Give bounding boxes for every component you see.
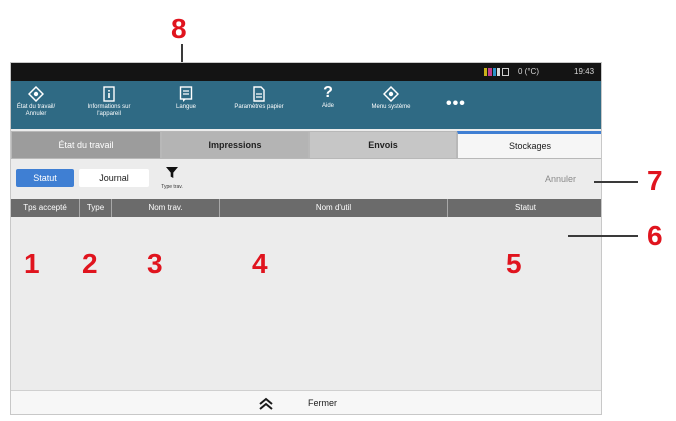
device-info-icon bbox=[103, 86, 115, 102]
help-icon: ? bbox=[323, 84, 333, 101]
tab-bar: État du travail Impressions Envois Stock… bbox=[11, 129, 601, 159]
callout-6: 6 bbox=[647, 220, 663, 251]
toolbar-label: Paramètres papier bbox=[234, 104, 284, 110]
toolbar-label: Menu système bbox=[371, 104, 411, 110]
toolbar-device-info[interactable]: Informations sur l'appareil bbox=[83, 81, 135, 129]
column-header-accepted-time[interactable]: Tps accepté bbox=[11, 199, 80, 217]
callout-2: 2 bbox=[82, 248, 98, 279]
column-header-status[interactable]: Statut bbox=[448, 199, 601, 217]
status-bar: 0 (°C) 19:43 bbox=[11, 63, 601, 81]
toner-level-icon bbox=[484, 68, 500, 76]
clock: 19:43 bbox=[574, 67, 595, 76]
toolbar-job-status[interactable]: État du travail/ Annuler bbox=[11, 81, 61, 129]
column-header-job-name[interactable]: Nom trav. bbox=[112, 199, 220, 217]
callout-3: 3 bbox=[147, 248, 163, 279]
footer-bar: Fermer bbox=[11, 390, 601, 414]
toner-black-icon bbox=[502, 68, 509, 76]
language-icon bbox=[179, 86, 193, 102]
callout-7: 7 bbox=[647, 165, 663, 196]
toolbar: État du travail/ Annuler Informations su… bbox=[11, 81, 601, 129]
callout-1: 1 bbox=[24, 248, 40, 279]
column-headers: Tps accepté Type Nom trav. Nom d'util St… bbox=[11, 199, 601, 217]
paper-settings-icon bbox=[253, 86, 265, 102]
log-button[interactable]: Journal bbox=[79, 169, 149, 187]
temperature-readout: 0 (°C) bbox=[518, 67, 539, 76]
toolbar-system-menu[interactable]: Menu système bbox=[363, 81, 419, 129]
callout-6-leader bbox=[568, 235, 638, 237]
chevron-up-icon[interactable] bbox=[258, 397, 274, 410]
close-button[interactable]: Fermer bbox=[308, 398, 337, 408]
job-type-filter-button[interactable]: Type trav. bbox=[157, 165, 187, 195]
callout-4: 4 bbox=[252, 248, 268, 279]
toolbar-paper-settings[interactable]: Paramètres papier bbox=[233, 81, 285, 129]
system-menu-icon bbox=[383, 86, 399, 102]
callout-8: 8 bbox=[171, 13, 187, 44]
job-list[interactable] bbox=[11, 217, 601, 390]
more-icon[interactable]: ••• bbox=[446, 95, 466, 113]
device-screen: 0 (°C) 19:43 État du travail/ Annuler In… bbox=[10, 62, 602, 415]
toolbar-label: Aide bbox=[321, 103, 334, 109]
callout-5: 5 bbox=[506, 248, 522, 279]
callout-7-leader bbox=[594, 181, 638, 183]
filter-icon bbox=[166, 167, 178, 178]
status-button[interactable]: Statut bbox=[16, 169, 74, 187]
toolbar-label: Informations sur l'appareil bbox=[87, 104, 131, 117]
sub-toolbar: Statut Journal Type trav. Annuler bbox=[11, 159, 601, 199]
tab-prints[interactable]: Impressions bbox=[161, 131, 309, 159]
tab-storage[interactable]: Stockages bbox=[457, 131, 601, 159]
column-header-user-name[interactable]: Nom d'util bbox=[220, 199, 448, 217]
column-header-type[interactable]: Type bbox=[80, 199, 112, 217]
job-status-icon bbox=[28, 86, 44, 102]
toolbar-label: État du travail/ Annuler bbox=[16, 104, 56, 117]
toolbar-label: Langue bbox=[175, 104, 197, 110]
tab-sends[interactable]: Envois bbox=[309, 131, 457, 159]
tab-job-status[interactable]: État du travail bbox=[11, 131, 161, 159]
toolbar-language[interactable]: Langue bbox=[161, 81, 211, 129]
filter-label: Type trav. bbox=[161, 184, 183, 190]
manual-figure: 8 0 (°C) 19:43 État du travail/ Annuler bbox=[0, 0, 676, 421]
cancel-button[interactable]: Annuler bbox=[545, 174, 576, 184]
toolbar-help[interactable]: ? Aide bbox=[311, 81, 345, 129]
